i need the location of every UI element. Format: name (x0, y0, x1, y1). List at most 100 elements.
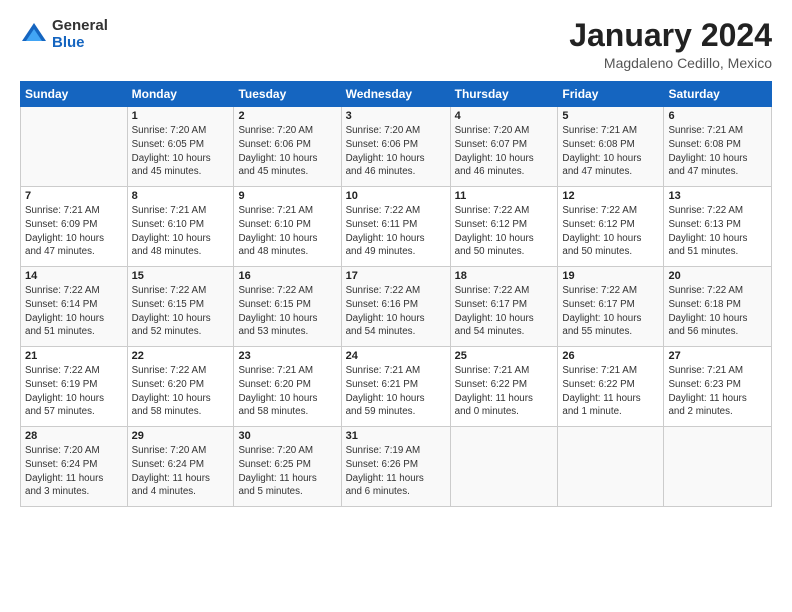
calendar-cell: 31 Sunrise: 7:19 AM Sunset: 6:26 PM Dayli… (341, 427, 450, 507)
day-info: Sunrise: 7:20 AM Sunset: 6:24 PM Dayligh… (132, 444, 230, 499)
calendar-cell (21, 107, 128, 187)
day-number: 10 (346, 190, 446, 202)
day-info: Sunrise: 7:22 AM Sunset: 6:17 PM Dayligh… (562, 284, 659, 339)
header-row: Sunday Monday Tuesday Wednesday Thursday… (21, 82, 772, 107)
calendar-week-1: 1 Sunrise: 7:20 AM Sunset: 6:05 PM Daylig… (21, 107, 772, 187)
day-number: 25 (455, 350, 554, 362)
logo-line1: General (52, 18, 108, 35)
calendar-cell: 3Sunrise: 7:20 AM Sunset: 6:06 PM Daylig… (341, 107, 450, 187)
day-info: Sunrise: 7:22 AM Sunset: 6:17 PM Dayligh… (455, 284, 554, 339)
col-friday: Friday (558, 82, 664, 107)
day-info: Sunrise: 7:20 AM Sunset: 6:05 PM Dayligh… (132, 124, 230, 179)
calendar-week-3: 14 Sunrise: 7:22 AM Sunset: 6:14 PM Dayli… (21, 267, 772, 347)
calendar-cell: 22 Sunrise: 7:22 AM Sunset: 6:20 PM Dayli… (127, 347, 234, 427)
location: Magdaleno Cedillo, Mexico (569, 55, 772, 71)
calendar-cell: 14 Sunrise: 7:22 AM Sunset: 6:14 PM Dayli… (21, 267, 128, 347)
day-number: 4 (455, 110, 554, 122)
day-number: 23 (238, 350, 336, 362)
day-number: 24 (346, 350, 446, 362)
day-info: Sunrise: 7:21 AM Sunset: 6:08 PM Dayligh… (668, 124, 767, 179)
day-number: 14 (25, 270, 123, 282)
calendar-cell: 9Sunrise: 7:21 AM Sunset: 6:10 PM Daylig… (234, 187, 341, 267)
day-number: 20 (668, 270, 767, 282)
col-sunday: Sunday (21, 82, 128, 107)
day-info: Sunrise: 7:22 AM Sunset: 6:12 PM Dayligh… (562, 204, 659, 259)
calendar-cell: 25 Sunrise: 7:21 AM Sunset: 6:22 PM Dayli… (450, 347, 558, 427)
calendar-cell: 27 Sunrise: 7:21 AM Sunset: 6:23 PM Dayli… (664, 347, 772, 427)
calendar-cell: 12 Sunrise: 7:22 AM Sunset: 6:12 PM Dayli… (558, 187, 664, 267)
day-number: 15 (132, 270, 230, 282)
calendar-table: Sunday Monday Tuesday Wednesday Thursday… (20, 81, 772, 507)
title-block: January 2024 Magdaleno Cedillo, Mexico (569, 18, 772, 71)
calendar-cell: 4Sunrise: 7:20 AM Sunset: 6:07 PM Daylig… (450, 107, 558, 187)
calendar-cell: 2 Sunrise: 7:20 AM Sunset: 6:06 PM Daylig… (234, 107, 341, 187)
day-info: Sunrise: 7:22 AM Sunset: 6:12 PM Dayligh… (455, 204, 554, 259)
day-number: 22 (132, 350, 230, 362)
calendar-cell: 13Sunrise: 7:22 AM Sunset: 6:13 PM Dayli… (664, 187, 772, 267)
day-info: Sunrise: 7:20 AM Sunset: 6:25 PM Dayligh… (238, 444, 336, 499)
day-info: Sunrise: 7:21 AM Sunset: 6:09 PM Dayligh… (25, 204, 123, 259)
day-number: 16 (238, 270, 336, 282)
day-info: Sunrise: 7:22 AM Sunset: 6:15 PM Dayligh… (132, 284, 230, 339)
day-info: Sunrise: 7:21 AM Sunset: 6:22 PM Dayligh… (562, 364, 659, 419)
day-number: 29 (132, 430, 230, 442)
day-info: Sunrise: 7:22 AM Sunset: 6:14 PM Dayligh… (25, 284, 123, 339)
calendar-cell: 15 Sunrise: 7:22 AM Sunset: 6:15 PM Dayli… (127, 267, 234, 347)
day-info: Sunrise: 7:20 AM Sunset: 6:06 PM Dayligh… (346, 124, 446, 179)
calendar-cell: 1 Sunrise: 7:20 AM Sunset: 6:05 PM Daylig… (127, 107, 234, 187)
logo-line2: Blue (52, 35, 108, 52)
calendar-cell: 26 Sunrise: 7:21 AM Sunset: 6:22 PM Dayli… (558, 347, 664, 427)
calendar-cell (664, 427, 772, 507)
day-info: Sunrise: 7:21 AM Sunset: 6:20 PM Dayligh… (238, 364, 336, 419)
calendar-cell: 11 Sunrise: 7:22 AM Sunset: 6:12 PM Dayli… (450, 187, 558, 267)
day-number: 31 (346, 430, 446, 442)
day-info: Sunrise: 7:22 AM Sunset: 6:20 PM Dayligh… (132, 364, 230, 419)
day-number: 1 (132, 110, 230, 122)
calendar-cell: 24 Sunrise: 7:21 AM Sunset: 6:21 PM Dayli… (341, 347, 450, 427)
calendar-cell: 16 Sunrise: 7:22 AM Sunset: 6:15 PM Dayli… (234, 267, 341, 347)
day-info: Sunrise: 7:21 AM Sunset: 6:21 PM Dayligh… (346, 364, 446, 419)
day-number: 30 (238, 430, 336, 442)
day-number: 2 (238, 110, 336, 122)
day-info: Sunrise: 7:21 AM Sunset: 6:23 PM Dayligh… (668, 364, 767, 419)
day-number: 12 (562, 190, 659, 202)
day-number: 26 (562, 350, 659, 362)
col-thursday: Thursday (450, 82, 558, 107)
day-number: 7 (25, 190, 123, 202)
logo-text: General Blue (52, 18, 108, 51)
calendar-week-5: 28 Sunrise: 7:20 AM Sunset: 6:24 PM Dayli… (21, 427, 772, 507)
day-number: 27 (668, 350, 767, 362)
day-info: Sunrise: 7:21 AM Sunset: 6:22 PM Dayligh… (455, 364, 554, 419)
calendar-cell: 17Sunrise: 7:22 AM Sunset: 6:16 PM Dayli… (341, 267, 450, 347)
day-info: Sunrise: 7:22 AM Sunset: 6:16 PM Dayligh… (346, 284, 446, 339)
calendar-cell: 21 Sunrise: 7:22 AM Sunset: 6:19 PM Dayli… (21, 347, 128, 427)
day-number: 8 (132, 190, 230, 202)
col-monday: Monday (127, 82, 234, 107)
day-number: 11 (455, 190, 554, 202)
day-info: Sunrise: 7:22 AM Sunset: 6:19 PM Dayligh… (25, 364, 123, 419)
calendar-week-2: 7 Sunrise: 7:21 AM Sunset: 6:09 PM Daylig… (21, 187, 772, 267)
day-number: 13 (668, 190, 767, 202)
calendar-cell: 5Sunrise: 7:21 AM Sunset: 6:08 PM Daylig… (558, 107, 664, 187)
day-info: Sunrise: 7:22 AM Sunset: 6:11 PM Dayligh… (346, 204, 446, 259)
day-info: Sunrise: 7:20 AM Sunset: 6:24 PM Dayligh… (25, 444, 123, 499)
month-title: January 2024 (569, 18, 772, 53)
calendar-cell (558, 427, 664, 507)
calendar-cell: 28 Sunrise: 7:20 AM Sunset: 6:24 PM Dayli… (21, 427, 128, 507)
day-number: 28 (25, 430, 123, 442)
calendar-cell: 23 Sunrise: 7:21 AM Sunset: 6:20 PM Dayli… (234, 347, 341, 427)
calendar-cell: 19Sunrise: 7:22 AM Sunset: 6:17 PM Dayli… (558, 267, 664, 347)
header: General Blue January 2024 Magdaleno Cedi… (20, 18, 772, 71)
calendar-cell: 30 Sunrise: 7:20 AM Sunset: 6:25 PM Dayli… (234, 427, 341, 507)
day-info: Sunrise: 7:19 AM Sunset: 6:26 PM Dayligh… (346, 444, 446, 499)
day-info: Sunrise: 7:20 AM Sunset: 6:06 PM Dayligh… (238, 124, 336, 179)
calendar-week-4: 21 Sunrise: 7:22 AM Sunset: 6:19 PM Dayli… (21, 347, 772, 427)
col-wednesday: Wednesday (341, 82, 450, 107)
day-info: Sunrise: 7:22 AM Sunset: 6:15 PM Dayligh… (238, 284, 336, 339)
calendar-cell: 6Sunrise: 7:21 AM Sunset: 6:08 PM Daylig… (664, 107, 772, 187)
col-saturday: Saturday (664, 82, 772, 107)
day-info: Sunrise: 7:22 AM Sunset: 6:18 PM Dayligh… (668, 284, 767, 339)
day-number: 21 (25, 350, 123, 362)
calendar-cell: 8Sunrise: 7:21 AM Sunset: 6:10 PM Daylig… (127, 187, 234, 267)
day-info: Sunrise: 7:21 AM Sunset: 6:08 PM Dayligh… (562, 124, 659, 179)
